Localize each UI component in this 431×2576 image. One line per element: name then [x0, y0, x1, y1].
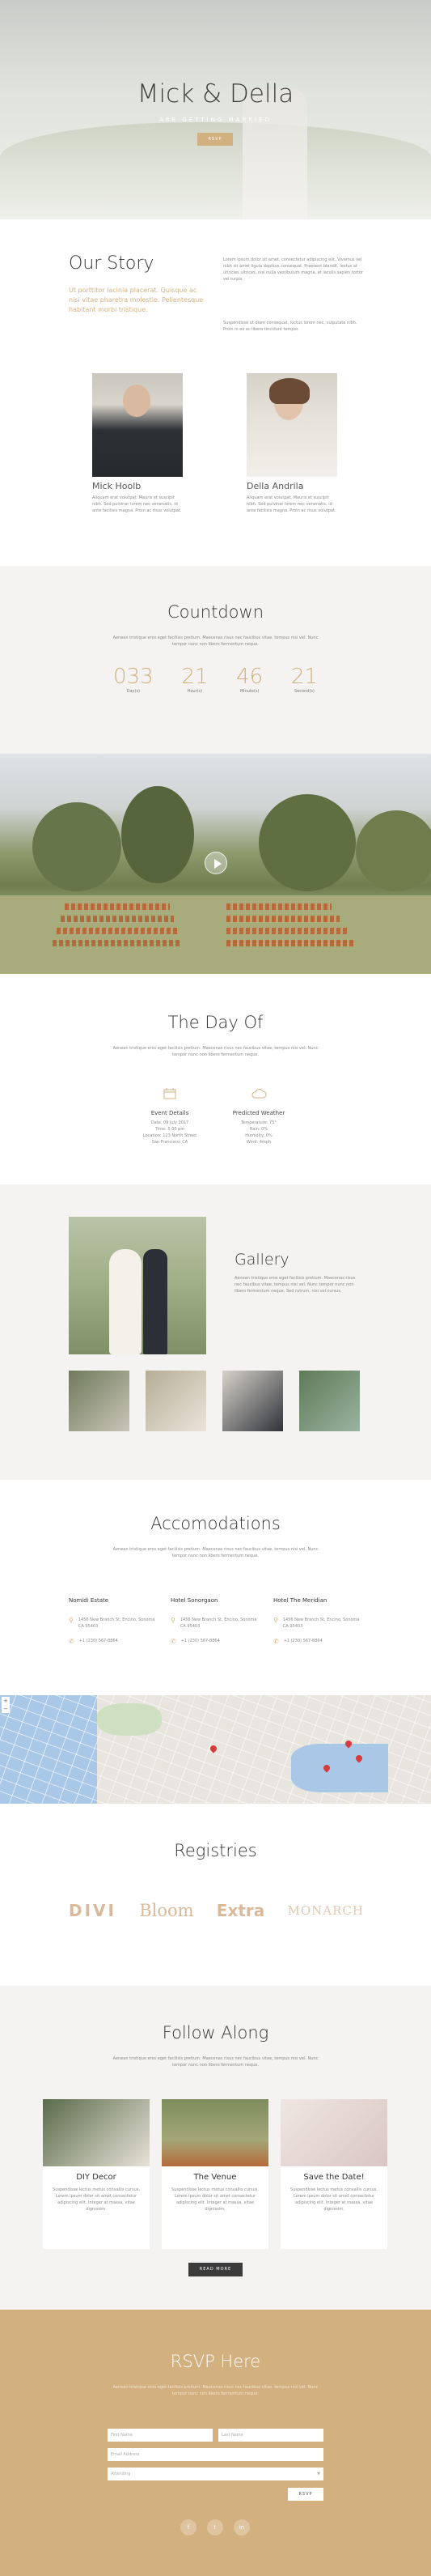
map-embed[interactable]: + − — [0, 1695, 431, 1804]
groom-bio: Aliquam erat volutpat. Mauris et suscipi… — [92, 495, 182, 513]
countdown-minutes: 46 Minute(s) — [236, 665, 264, 694]
hotel-1: Nomidi Estate ⚲ 1456 New Branch St, Enci… — [69, 1597, 155, 1645]
story-section: Our Story Ut porttitor lacinia placerat.… — [0, 219, 431, 566]
attending-select[interactable]: Attending ▼ — [108, 2468, 323, 2480]
twitter-icon[interactable]: t — [207, 2519, 223, 2536]
rsvp-heading: RSVP Here — [170, 2352, 261, 2371]
story-heading: Our Story — [69, 253, 154, 274]
countdown-intro: Aenean tristique eros eget facilisis pre… — [112, 635, 319, 647]
venue-video[interactable] — [0, 754, 431, 974]
hero-subtitle: ARE GETTING MARRIED — [159, 117, 272, 123]
groom-portrait — [92, 373, 183, 477]
first-name-input[interactable]: First Name — [108, 2429, 213, 2442]
blog-card-image — [281, 2099, 387, 2166]
calendar-icon — [150, 1087, 190, 1103]
blog-card-3[interactable]: Save the Date! Suspendisse lectus metus … — [281, 2099, 387, 2249]
accom-intro: Aenean tristique eros eget facilisis pre… — [112, 1547, 319, 1558]
blog-card-2[interactable]: The Venue Suspendisse lectus metus conva… — [162, 2099, 268, 2249]
phone-icon: ✆ — [171, 1638, 176, 1645]
zoom-out-button[interactable]: − — [2, 1705, 10, 1713]
blog-card-image — [43, 2099, 150, 2166]
email-input[interactable]: Email Address — [108, 2448, 323, 2461]
follow-section: Follow Along Aenean tristique eros eget … — [0, 1986, 431, 2310]
gallery-heading: Gallery — [235, 1251, 289, 1269]
follow-heading: Follow Along — [162, 2023, 269, 2043]
story-lead: Ut porttitor lacinia placerat. Quisque a… — [69, 287, 204, 313]
registry-divi[interactable]: DIVI — [69, 1901, 116, 1920]
map-zoom-controls[interactable]: + − — [2, 1697, 10, 1713]
blog-card-image — [162, 2099, 268, 2166]
rsvp-submit-button[interactable]: RSVP — [288, 2488, 323, 2501]
weather-lines: Temperature: 75° Rain: 0% Humidity: 0% Wind… — [241, 1120, 277, 1145]
accom-heading: Accomodations — [150, 1514, 281, 1533]
event-details-lines: Date: 09 July 2017 Time: 5:00 pm Location:… — [142, 1120, 197, 1145]
hero-title: Mick & Della — [137, 79, 294, 108]
phone-icon: ✆ — [69, 1638, 74, 1645]
countdown-hours: 21 Hour(s) — [181, 665, 209, 694]
zoom-in-button[interactable]: + — [2, 1697, 10, 1705]
last-name-input[interactable]: Last Name — [218, 2429, 323, 2442]
map-pin-icon: ⚲ — [273, 1617, 278, 1624]
dayof-heading: The Day Of — [167, 1013, 264, 1032]
accomodations-section: Accomodations Aenean tristique eros eget… — [0, 1480, 431, 1695]
story-body-1: Lorem ipsum dolor sit amet, consectetur … — [223, 257, 363, 282]
hero-rsvp-button[interactable]: RSVP — [197, 133, 233, 146]
countdown-section: Countdown Aenean tristique eros eget fac… — [0, 566, 431, 754]
groom-name: Mick Hoolb — [92, 481, 142, 491]
event-details-title: Event Details — [150, 1110, 189, 1116]
weather-title: Predicted Weather — [232, 1110, 285, 1116]
registries-heading: Registries — [174, 1841, 257, 1860]
bride-bio: Aliquam erat volutpat. Mauris et suscipi… — [247, 495, 336, 513]
gallery-text: Aenean tristique eros eget facilisis pre… — [235, 1276, 356, 1294]
facebook-icon[interactable]: f — [180, 2519, 196, 2536]
gallery-section: Gallery Aenean tristique eros eget facil… — [0, 1184, 431, 1480]
bride-portrait — [247, 373, 337, 477]
phone-icon: ✆ — [273, 1638, 279, 1645]
countdown-heading: Countdown — [167, 602, 264, 622]
story-body-2: Suspendisse ut diam consequat, luctus lo… — [223, 321, 357, 332]
blog-card-1[interactable]: DIY Decor Suspendisse lectus metus conva… — [43, 2099, 150, 2249]
cloud-icon — [239, 1087, 279, 1103]
dayof-intro: Aenean tristique eros eget facilisis pre… — [112, 1046, 319, 1057]
rsvp-section: RSVP Here Aenean tristique eros eget fac… — [0, 2310, 431, 2576]
countdown-timer: 033 Day(s) 21 Hour(s) 46 Minute(s) 21 Second… — [113, 665, 318, 694]
countdown-days: 033 Day(s) — [113, 665, 154, 694]
hotel-2: Hotel Sonorgaon ⚲ 1456 New Branch St, En… — [171, 1597, 257, 1645]
bride-name: Della Andrila — [247, 481, 304, 491]
hero-section: Mick & Della ARE GETTING MARRIED RSVP — [0, 0, 431, 219]
map-pin-icon: ⚲ — [171, 1617, 175, 1624]
gallery-thumb-4[interactable] — [299, 1371, 360, 1431]
registry-monarch[interactable]: MONARCH — [288, 1903, 364, 1918]
gallery-thumb-2[interactable] — [146, 1371, 206, 1431]
registry-extra[interactable]: Extra — [217, 1901, 264, 1920]
registry-bloom[interactable]: Bloom — [139, 1901, 193, 1920]
hotel-3: Hotel The Meridian ⚲ 1456 New Branch St,… — [273, 1597, 360, 1645]
gallery-thumb-1[interactable] — [69, 1371, 129, 1431]
registries-section: Registries DIVI Bloom Extra MONARCH — [0, 1804, 431, 1986]
registry-logos: DIVI Bloom Extra MONARCH — [69, 1901, 364, 1920]
gallery-thumb-3[interactable] — [222, 1371, 283, 1431]
hero-couple-photo — [243, 89, 307, 219]
read-more-button[interactable]: READ MORE — [188, 2263, 243, 2276]
park-area — [97, 1703, 162, 1736]
countdown-seconds: 21 Second(s) — [290, 665, 318, 694]
instagram-icon[interactable]: in — [234, 2519, 250, 2536]
chevron-down-icon: ▼ — [317, 2472, 320, 2476]
play-icon[interactable] — [205, 852, 227, 874]
dayof-section: The Day Of Aenean tristique eros eget fa… — [0, 974, 431, 1184]
follow-intro: Aenean tristique eros eget facilisis pre… — [112, 2056, 319, 2068]
gallery-main-photo[interactable] — [69, 1217, 206, 1354]
rsvp-intro: Aenean tristique eros eget facilisis pre… — [112, 2385, 319, 2396]
map-pin-icon: ⚲ — [69, 1617, 74, 1624]
